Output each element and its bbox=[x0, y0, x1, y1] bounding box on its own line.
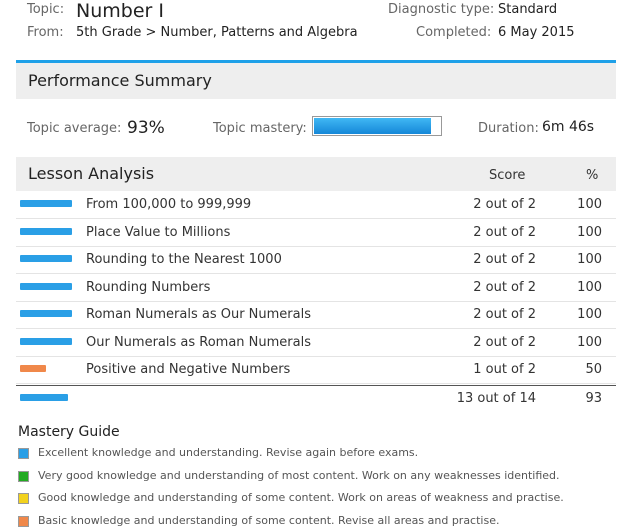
total-row: 13 out of 14 93 bbox=[16, 384, 616, 413]
score-bar bbox=[20, 282, 72, 290]
performance-summary-header: Performance Summary bbox=[16, 60, 616, 99]
lesson-percent: 50 bbox=[585, 362, 602, 377]
score-bar bbox=[20, 227, 72, 235]
lesson-score: 1 out of 2 bbox=[473, 362, 536, 377]
color-swatch bbox=[18, 448, 29, 459]
table-row[interactable]: Our Numerals as Roman Numerals 2 out of 2… bbox=[16, 330, 616, 357]
topic-label: Topic: bbox=[27, 2, 65, 17]
duration-label: Duration: bbox=[478, 121, 539, 136]
lesson-name: Positive and Negative Numbers bbox=[86, 362, 291, 377]
diagnostic-type-label: Diagnostic type: bbox=[388, 2, 495, 17]
completed-value: 6 May 2015 bbox=[498, 25, 575, 40]
lesson-name: From 100,000 to 999,999 bbox=[86, 197, 252, 212]
lesson-score: 2 out of 2 bbox=[473, 279, 536, 295]
lesson-name: Rounding Numbers bbox=[86, 279, 211, 295]
mastery-guide-text: Very good knowledge and understanding of… bbox=[38, 468, 560, 482]
lesson-percent: 100 bbox=[577, 279, 602, 295]
lesson-score: 2 out of 2 bbox=[473, 224, 536, 240]
lesson-percent: 100 bbox=[577, 334, 602, 350]
lesson-score: 2 out of 2 bbox=[473, 252, 536, 267]
lesson-name: Place Value to Millions bbox=[86, 224, 231, 240]
table-row[interactable]: Positive and Negative Numbers 1 out of 2 5… bbox=[16, 357, 616, 384]
topic-title: Number I bbox=[76, 0, 164, 22]
completed-label: Completed: bbox=[416, 25, 492, 40]
topic-average-value: 93% bbox=[127, 118, 165, 138]
from-value: 5th Grade > Number, Patterns and Algebra bbox=[76, 25, 358, 40]
score-bar bbox=[20, 200, 72, 207]
mastery-guide-text: Excellent knowledge and understanding. R… bbox=[38, 446, 419, 459]
table-row[interactable]: Rounding to the Nearest 1000 2 out of 2 10… bbox=[16, 247, 616, 274]
score-bar bbox=[20, 310, 72, 317]
topic-average-label: Topic average: bbox=[27, 121, 122, 136]
total-score: 13 out of 14 bbox=[456, 390, 536, 406]
lesson-name: Roman Numerals as Our Numerals bbox=[86, 307, 311, 322]
mastery-guide-title: Mastery Guide bbox=[18, 424, 120, 440]
table-row[interactable]: From 100,000 to 999,999 2 out of 2 100 bbox=[16, 192, 616, 219]
table-row[interactable]: Rounding Numbers 2 out of 2 100 bbox=[16, 275, 616, 302]
mastery-guide-text: Basic knowledge and understanding of som… bbox=[38, 513, 500, 527]
lesson-score: 2 out of 2 bbox=[473, 334, 536, 350]
lesson-percent: 100 bbox=[577, 307, 602, 322]
lesson-percent: 100 bbox=[577, 224, 602, 240]
color-swatch bbox=[18, 470, 29, 482]
percent-column-header: % bbox=[586, 168, 599, 183]
lesson-analysis-header: Lesson Analysis Score % bbox=[16, 157, 616, 191]
lesson-score: 2 out of 2 bbox=[473, 197, 536, 212]
topic-mastery-label: Topic mastery: bbox=[213, 121, 307, 136]
lesson-analysis-title: Lesson Analysis bbox=[28, 164, 155, 183]
score-column-header: Score bbox=[489, 168, 526, 183]
topic-mastery-fill bbox=[314, 118, 432, 134]
score-bar bbox=[20, 337, 72, 345]
from-label: From: bbox=[27, 25, 64, 40]
score-bar bbox=[20, 255, 72, 262]
diagnostic-type-value: Standard bbox=[498, 2, 558, 17]
table-row[interactable]: Place Value to Millions 2 out of 2 100 bbox=[16, 220, 616, 247]
lesson-percent: 100 bbox=[577, 252, 602, 267]
duration-value: 6m 46s bbox=[542, 119, 595, 135]
performance-summary-title: Performance Summary bbox=[28, 71, 212, 90]
color-swatch bbox=[18, 515, 29, 527]
total-score-bar bbox=[20, 393, 68, 401]
lesson-name: Our Numerals as Roman Numerals bbox=[86, 334, 311, 350]
color-swatch bbox=[18, 493, 29, 504]
score-bar bbox=[20, 365, 46, 372]
lesson-name: Rounding to the Nearest 1000 bbox=[86, 252, 282, 267]
lesson-score: 2 out of 2 bbox=[473, 307, 536, 322]
table-row[interactable]: Roman Numerals as Our Numerals 2 out of 2… bbox=[16, 302, 616, 329]
lesson-percent: 100 bbox=[577, 197, 602, 212]
total-percent: 93 bbox=[585, 390, 602, 406]
topic-mastery-bar bbox=[312, 116, 442, 136]
mastery-guide-text: Good knowledge and understanding of some… bbox=[38, 491, 564, 504]
